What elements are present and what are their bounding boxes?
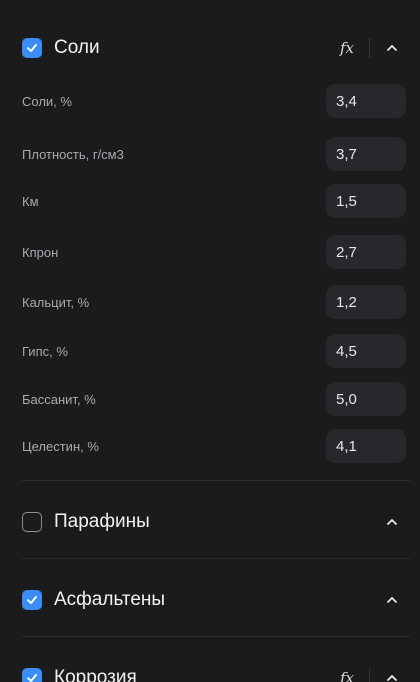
field-row-density: Плотность, г/см3 xyxy=(22,137,406,171)
field-input-bassanite[interactable] xyxy=(326,382,406,416)
field-input-soli[interactable] xyxy=(326,84,406,118)
field-row-kpron: Кпрон xyxy=(22,235,406,269)
field-row-gypsum: Гипс, % xyxy=(22,334,406,368)
section-divider xyxy=(22,636,410,637)
field-input-celestine[interactable] xyxy=(326,429,406,463)
chevron-up-icon xyxy=(387,45,397,51)
field-row-soli: Соли, % xyxy=(22,84,406,118)
section-header-paraffins: Парафины xyxy=(22,502,406,542)
function-icon[interactable]: fx xyxy=(333,664,361,682)
check-icon xyxy=(27,674,37,682)
chevron-up-icon xyxy=(387,675,397,681)
expand-asphaltenes-button[interactable] xyxy=(378,586,406,614)
field-input-km[interactable] xyxy=(326,184,406,218)
section-divider xyxy=(22,558,410,559)
field-row-bassanite: Бассанит, % xyxy=(22,382,406,416)
corrosion-checkbox[interactable] xyxy=(22,668,42,682)
field-label: Кальцит, % xyxy=(22,294,90,310)
properties-panel: Соли fx Соли, % Плотность, г/см3 Км Кпро… xyxy=(0,0,420,682)
soli-checkbox[interactable] xyxy=(22,38,42,58)
field-label: Целестин, % xyxy=(22,438,99,454)
field-label: Плотность, г/см3 xyxy=(22,146,124,162)
function-icon[interactable]: fx xyxy=(333,34,361,62)
section-divider xyxy=(22,480,410,481)
field-input-density[interactable] xyxy=(326,137,406,171)
check-icon xyxy=(27,596,37,604)
field-input-calcite[interactable] xyxy=(326,285,406,319)
header-divider xyxy=(369,38,370,58)
chevron-up-icon xyxy=(387,597,397,603)
paraffins-checkbox[interactable] xyxy=(22,512,42,532)
field-input-kpron[interactable] xyxy=(326,235,406,269)
section-title-paraffins: Парафины xyxy=(54,511,150,532)
section-title-soli: Соли xyxy=(54,37,100,58)
section-header-asphaltenes: Асфальтены xyxy=(22,580,406,620)
section-title-asphaltenes: Асфальтены xyxy=(54,589,166,610)
expand-paraffins-button[interactable] xyxy=(378,508,406,536)
field-label: Кпрон xyxy=(22,244,59,260)
field-input-gypsum[interactable] xyxy=(326,334,406,368)
field-label: Км xyxy=(22,193,39,209)
field-row-calcite: Кальцит, % xyxy=(22,285,406,319)
section-header-corrosion: Коррозия fx xyxy=(22,658,406,682)
field-label: Гипс, % xyxy=(22,343,68,359)
field-label: Бассанит, % xyxy=(22,391,96,407)
asphaltenes-checkbox[interactable] xyxy=(22,590,42,610)
section-title-corrosion: Коррозия xyxy=(54,667,137,682)
check-icon xyxy=(27,44,37,52)
collapse-soli-button[interactable] xyxy=(378,34,406,62)
section-header-soli: Соли fx xyxy=(22,28,406,68)
header-divider xyxy=(369,668,370,682)
chevron-up-icon xyxy=(387,519,397,525)
field-label: Соли, % xyxy=(22,93,72,109)
field-row-celestine: Целестин, % xyxy=(22,429,406,463)
collapse-corrosion-button[interactable] xyxy=(378,664,406,682)
field-row-km: Км xyxy=(22,184,406,218)
